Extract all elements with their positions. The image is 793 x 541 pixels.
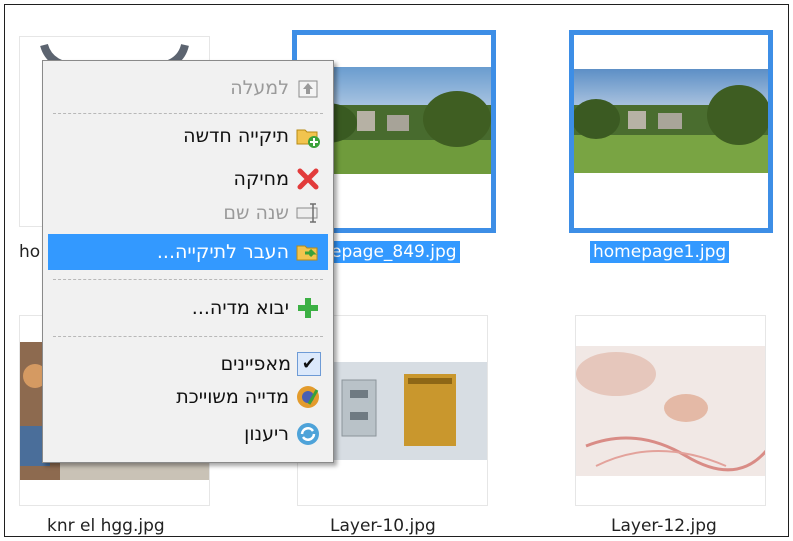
- file-name-label[interactable]: Layer-12.jpg: [611, 515, 717, 537]
- file-name-label[interactable]: epage_849.jpg: [328, 241, 460, 263]
- file-thumbnail[interactable]: [575, 315, 766, 506]
- plus-icon: [298, 298, 318, 318]
- menu-item-label: שנה שם: [223, 202, 289, 224]
- thumbnail-image: [574, 69, 768, 173]
- menu-item-label: למעלה: [230, 77, 289, 99]
- menu-item-label: מאפיינים: [220, 353, 291, 375]
- file-name-label[interactable]: ho: [19, 241, 40, 263]
- menu-item-new-folder[interactable]: תיקייה חדשה: [48, 118, 328, 154]
- delete-x-icon: [297, 168, 319, 190]
- file-name-label[interactable]: homepage1.jpg: [590, 241, 730, 263]
- menu-item-import-media[interactable]: יבוא מדיה...: [48, 290, 328, 326]
- menu-item-move-to-folder[interactable]: העבר לתיקייה...: [48, 234, 328, 270]
- menu-separator: [53, 279, 323, 280]
- menu-item-label: מדייה משוייכת: [176, 386, 289, 408]
- new-folder-icon: [296, 129, 320, 148]
- menu-separator: [53, 336, 323, 337]
- linked-media-icon: [297, 386, 319, 408]
- file-name-label[interactable]: knr el hgg.jpg: [47, 515, 165, 537]
- refresh-icon: [297, 423, 319, 445]
- rename-icon: [296, 203, 318, 223]
- file-name-label[interactable]: Layer-10.jpg: [330, 515, 436, 537]
- folder-up-icon: [298, 80, 318, 98]
- menu-item-label: יבוא מדיה...: [191, 297, 289, 319]
- file-thumbnail-selected[interactable]: [569, 30, 773, 233]
- menu-item-label: העבר לתיקייה...: [156, 241, 289, 263]
- menu-item-label: מחיקה: [233, 168, 289, 190]
- context-menu: למעלה תיקייה חדשה מחיקה שנה שם העבר לתיק…: [42, 60, 334, 463]
- menu-item-rename[interactable]: שנה שם: [48, 195, 328, 231]
- checkmark-icon: ✔: [297, 352, 321, 376]
- move-to-folder-icon: [296, 245, 318, 261]
- thumbnail-image: [576, 346, 765, 476]
- menu-item-label: תיקייה חדשה: [183, 125, 289, 147]
- menu-item-delete[interactable]: מחיקה: [48, 161, 328, 197]
- menu-item-properties[interactable]: ✔ מאפיינים: [48, 346, 328, 382]
- menu-item-linked-media[interactable]: מדייה משוייכת: [48, 379, 328, 415]
- menu-item-up[interactable]: למעלה: [48, 70, 328, 106]
- menu-item-label: ריענון: [244, 423, 289, 445]
- menu-item-refresh[interactable]: ריענון: [48, 416, 328, 452]
- menu-separator: [53, 113, 323, 114]
